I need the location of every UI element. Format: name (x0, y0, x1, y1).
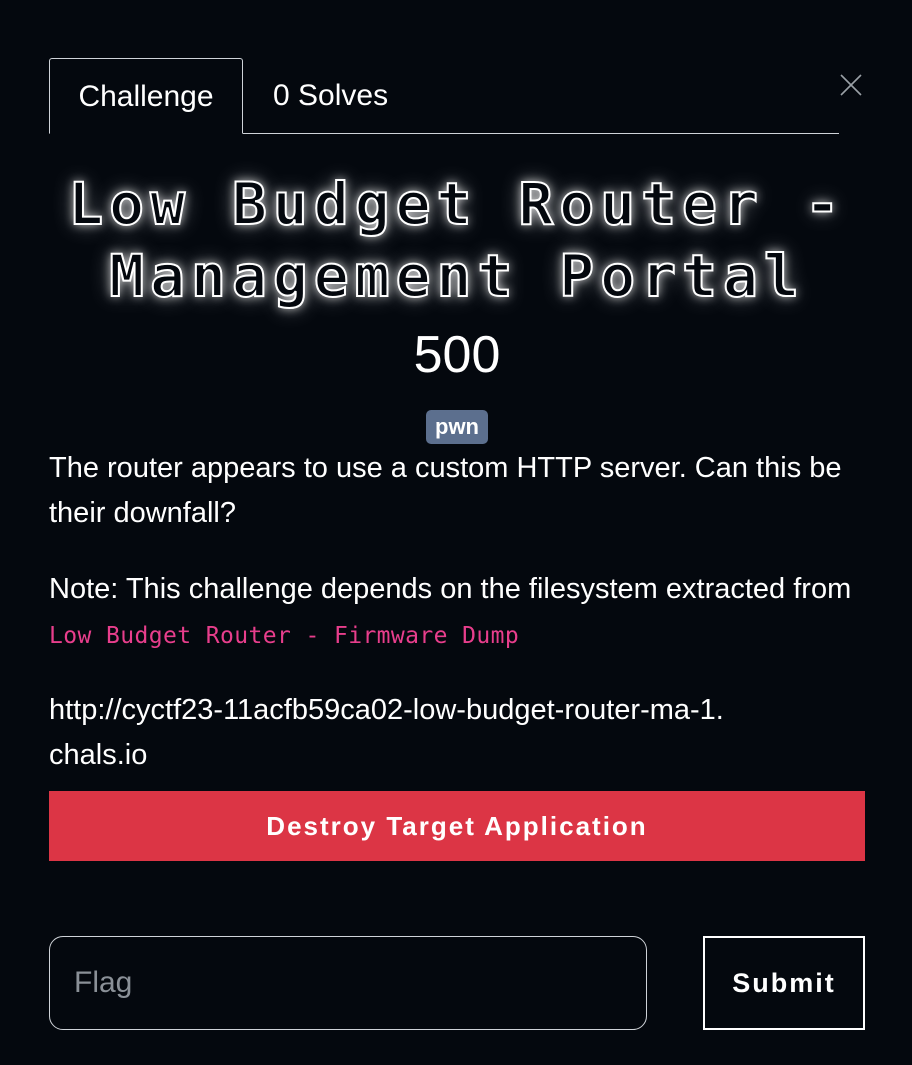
submit-button[interactable]: Submit (703, 936, 865, 1030)
flag-input[interactable] (49, 936, 647, 1030)
tab-bar: Challenge 0 Solves (49, 58, 839, 134)
challenge-note: Note: This challenge depends on the file… (49, 573, 852, 605)
close-icon[interactable] (836, 70, 866, 100)
tab-solves[interactable]: 0 Solves (257, 58, 397, 133)
challenge-title: Low Budget Router - Management Portal (67, 169, 846, 311)
connection-url: http://cyctf23-11acfb59ca02-low-budget-r… (49, 694, 724, 771)
destroy-target-button[interactable]: Destroy Target Application (49, 791, 865, 861)
tab-challenge[interactable]: Challenge (49, 58, 243, 134)
challenge-points: 500 (413, 326, 501, 384)
dependency-code: Low Budget Router - Firmware Dump (49, 623, 520, 649)
category-badge: pwn (426, 410, 488, 444)
challenge-description: The router appears to use a custom HTTP … (49, 452, 842, 529)
